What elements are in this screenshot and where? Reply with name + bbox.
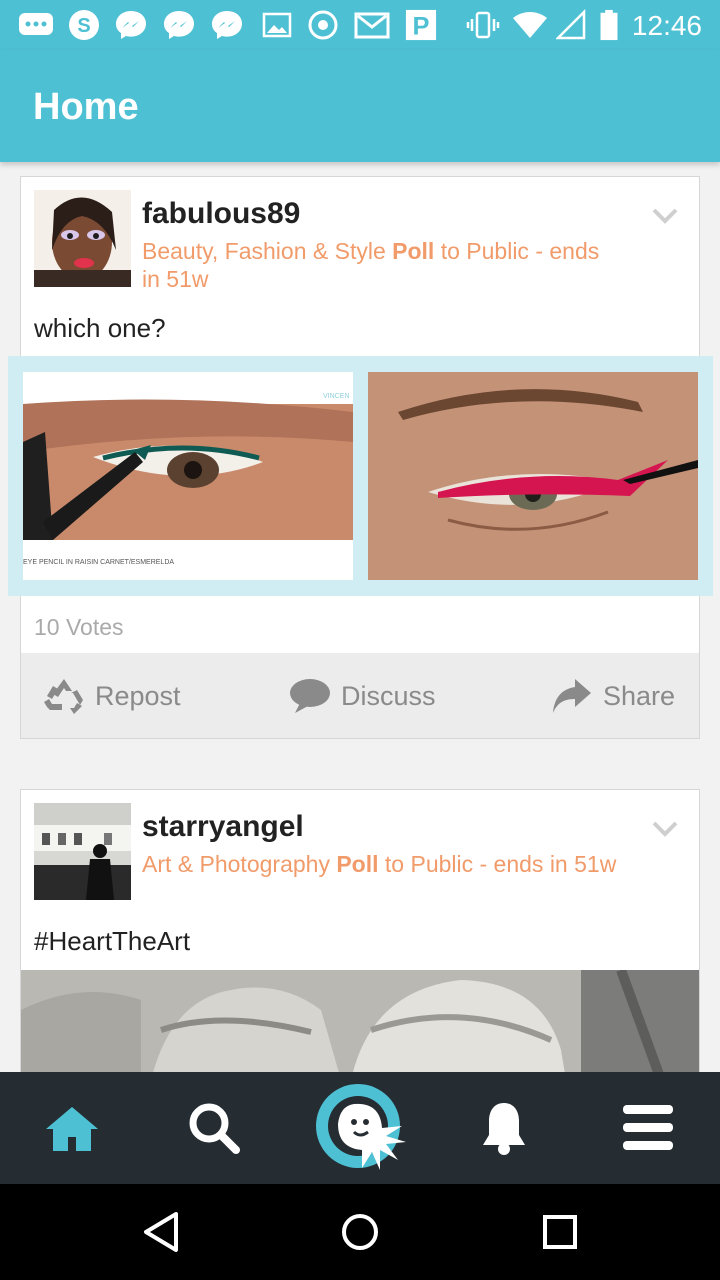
- system-nav-bar: [0, 1184, 720, 1280]
- octopus-logo-icon: [316, 1084, 406, 1170]
- post-audience: to Public - ends in 51w: [384, 851, 617, 877]
- post-type: Poll: [336, 851, 379, 877]
- poll-option-2-image[interactable]: [368, 372, 698, 580]
- recycle-icon: [44, 679, 83, 714]
- wifi-icon: [513, 12, 547, 38]
- back-icon[interactable]: [138, 1208, 186, 1256]
- page-title: Home: [33, 86, 139, 128]
- messenger-icon: [116, 11, 146, 39]
- username[interactable]: fabulous89: [142, 197, 300, 231]
- poll-option-brand: VINCEN: [323, 393, 349, 400]
- home-icon: [46, 1107, 98, 1151]
- post-category[interactable]: Beauty, Fashion & Style: [142, 238, 386, 264]
- messenger-icon: [212, 11, 242, 39]
- image-icon: [262, 12, 292, 38]
- discuss-label: Discuss: [341, 680, 436, 711]
- share-label: Share: [603, 680, 676, 711]
- chevron-down-icon[interactable]: [651, 207, 679, 225]
- vibrate-icon: [466, 11, 500, 39]
- poll-options: EYE PENCIL IN RAISIN CARNET/ESMERELDA VI…: [8, 356, 713, 596]
- bottom-nav: [0, 1072, 720, 1184]
- repost-button[interactable]: Repost: [43, 653, 181, 738]
- gmail-icon: [354, 12, 390, 39]
- repost-label: Repost: [95, 680, 181, 711]
- post-category[interactable]: Art & Photography: [142, 851, 330, 877]
- chat-bubble-icon: [290, 679, 330, 713]
- app-bar: Home: [0, 50, 720, 162]
- post-type: Poll: [392, 238, 435, 264]
- nav-menu[interactable]: [606, 1072, 690, 1184]
- share-button[interactable]: Share: [551, 653, 676, 738]
- menu-icon: [623, 1105, 673, 1150]
- svg-text:S: S: [77, 15, 90, 37]
- nav-home[interactable]: [30, 1072, 114, 1184]
- post-text: #HeartTheArt: [34, 926, 191, 956]
- bell-icon: [483, 1103, 525, 1155]
- recents-icon[interactable]: [536, 1208, 584, 1256]
- vote-count: 10 Votes: [34, 614, 124, 640]
- avatar[interactable]: [34, 190, 131, 287]
- chevron-down-icon[interactable]: [651, 820, 679, 838]
- poll-option-caption: EYE PENCIL IN RAISIN CARNET/ESMERELDA: [23, 559, 174, 566]
- post-meta: Art & Photography Poll to Public - ends …: [142, 850, 622, 878]
- post-text: which one?: [34, 313, 166, 343]
- post-meta: Beauty, Fashion & Style Poll to Public -…: [142, 237, 622, 293]
- svg-text:P: P: [413, 12, 430, 40]
- more-chat-icon: [19, 13, 53, 35]
- share-arrow-icon: [553, 679, 591, 713]
- pinterest-p-icon: P: [405, 9, 437, 40]
- home-circle-icon[interactable]: [336, 1208, 384, 1256]
- signal-icon: [556, 9, 586, 40]
- post-image[interactable]: [21, 970, 699, 1078]
- discuss-button[interactable]: Discuss: [289, 653, 436, 738]
- nav-notifications[interactable]: [462, 1072, 546, 1184]
- search-icon: [189, 1103, 240, 1154]
- post-card: starryangel Art & Photography Poll to Pu…: [20, 789, 700, 1079]
- avatar[interactable]: [34, 803, 131, 900]
- poll-option-1-image[interactable]: EYE PENCIL IN RAISIN CARNET/ESMERELDA VI…: [23, 372, 353, 580]
- app-icon: [308, 10, 338, 40]
- messenger-icon: [164, 11, 194, 39]
- nav-compose[interactable]: [306, 1072, 414, 1184]
- nav-search[interactable]: [172, 1072, 256, 1184]
- username[interactable]: starryangel: [142, 810, 304, 844]
- post-actions: Repost Discuss Share: [21, 653, 699, 738]
- skype-icon: S: [69, 10, 99, 40]
- battery-icon: [600, 9, 618, 41]
- status-time: 12:46: [631, 10, 702, 41]
- status-bar: S P 12:46: [0, 0, 720, 50]
